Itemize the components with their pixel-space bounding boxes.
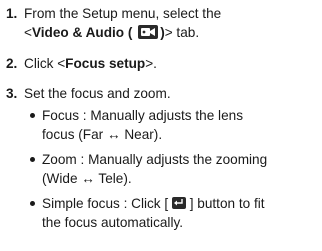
bullet-simple-focus: Simple focus : Click [ ] button to fit t… bbox=[30, 194, 320, 234]
video-audio-tab-icon bbox=[138, 25, 159, 39]
bullet-zoom-line-2: (Wide ↔ Tele). bbox=[42, 171, 132, 186]
bullet-focus-line-1: Focus : Manually adjusts the lens bbox=[42, 108, 243, 123]
step-2-prefix: Click < bbox=[24, 56, 66, 71]
bullet-simple-focus-line-1: Simple focus : Click [ ] button to fit bbox=[42, 194, 265, 213]
bullet-focus: Focus : Manually adjusts the lens focus … bbox=[30, 106, 320, 146]
bullet-dot bbox=[30, 201, 35, 206]
bullet-simple-focus-line-2: the focus automatically. bbox=[42, 215, 184, 230]
bullet-zoom-line-1: Zoom : Manually adjusts the zooming bbox=[42, 152, 268, 167]
step-number: 1. bbox=[6, 6, 18, 21]
step-text: From the Setup menu, select the <Video &… bbox=[24, 4, 221, 42]
bullet-zoom: Zoom : Manually adjusts the zooming (Wid… bbox=[30, 150, 320, 190]
bullet-dot bbox=[30, 157, 35, 162]
enter-key-icon bbox=[171, 197, 186, 209]
angle-open: < bbox=[24, 25, 32, 40]
simple-focus-prefix: Simple focus : Click [ bbox=[42, 196, 169, 211]
instruction-page: 1. From the Setup menu, select the <Vide… bbox=[0, 0, 322, 251]
step-1: 1. From the Setup menu, select the <Vide… bbox=[0, 4, 322, 44]
step-2: 2. Click <Focus setup>. bbox=[0, 54, 322, 74]
focus-setup-label: Focus setup bbox=[65, 56, 146, 71]
step-1-tail: > tab. bbox=[164, 25, 200, 40]
step-3: 3. Set the focus and zoom. bbox=[0, 84, 322, 104]
step-text: Set the focus and zoom. bbox=[24, 86, 171, 101]
bullet-dot bbox=[30, 113, 35, 118]
step-1-line-1: From the Setup menu, select the bbox=[24, 6, 222, 21]
step-text: Click <Focus setup>. bbox=[24, 54, 157, 73]
video-audio-tab-label: Video & Audio ( bbox=[31, 25, 133, 40]
step-number: 2. bbox=[6, 56, 18, 71]
simple-focus-suffix: ] button to fit bbox=[189, 196, 265, 211]
bullet-focus-line-2: focus (Far ↔ Near). bbox=[42, 127, 163, 142]
step-2-suffix: >. bbox=[145, 56, 157, 71]
bullet-text: Simple focus : Click [ ] button to fit t… bbox=[42, 194, 265, 232]
bullet-text: Zoom : Manually adjusts the zooming (Wid… bbox=[42, 150, 267, 188]
step-1-line-2: <Video & Audio ( )> tab. bbox=[24, 23, 221, 42]
step-number: 3. bbox=[6, 86, 18, 101]
bullet-text: Focus : Manually adjusts the lens focus … bbox=[42, 106, 243, 144]
